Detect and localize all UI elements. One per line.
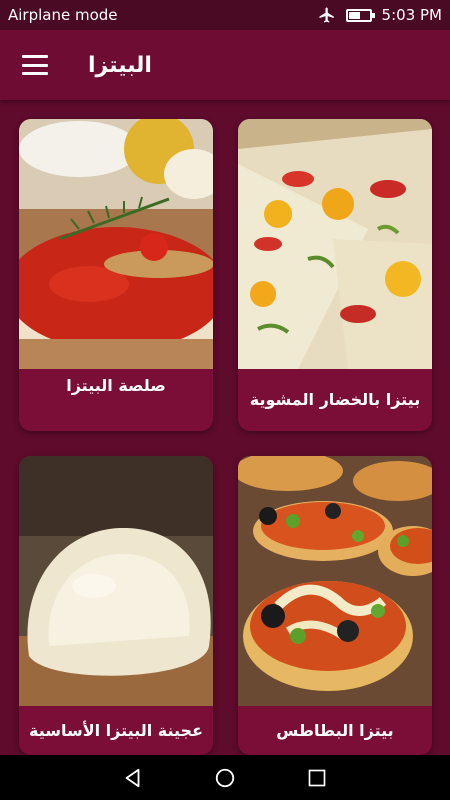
system-nav-bar xyxy=(0,755,450,800)
airplane-icon xyxy=(319,7,334,23)
recipe-title: بيتزا البطاطس xyxy=(276,721,394,740)
status-right: 5:03 PM xyxy=(318,6,442,24)
recipe-card-basic-pizza-dough[interactable]: عجينة البيتزا الأساسية xyxy=(19,456,213,755)
recipe-image-pizza-sauce xyxy=(19,119,213,369)
recipe-title: عجينة البيتزا الأساسية xyxy=(29,721,203,740)
battery-icon xyxy=(345,8,375,22)
recipe-card-pizza-sauce[interactable]: صلصة البيتزا xyxy=(19,119,213,431)
recipe-image-basic-pizza-dough xyxy=(19,456,213,706)
recipe-card-potato-pizza[interactable]: بيتزا البطاطس xyxy=(238,456,432,755)
home-icon[interactable] xyxy=(213,766,237,790)
status-time: 5:03 PM xyxy=(381,6,442,24)
status-bar: Airplane mode 5:03 PM xyxy=(0,0,450,30)
status-airplane-text: Airplane mode xyxy=(8,6,118,24)
recipe-image-grilled-veg-pizza xyxy=(238,119,432,369)
back-icon[interactable] xyxy=(121,766,145,790)
recipe-card-grilled-veg-pizza[interactable]: بيتزا بالخضار المشوية xyxy=(238,119,432,431)
recents-icon[interactable] xyxy=(305,766,329,790)
recipe-title: صلصة البيتزا xyxy=(66,376,166,395)
app-bar: البيتزا xyxy=(0,30,450,100)
page-title: البيتزا xyxy=(88,52,152,78)
hamburger-menu-icon[interactable] xyxy=(22,55,48,75)
recipe-title: بيتزا بالخضار المشوية xyxy=(249,390,421,409)
recipe-image-potato-pizza xyxy=(238,456,432,706)
recipe-grid: بيتزا بالخضار المشوية صلصة البيتزا بيتزا… xyxy=(0,100,450,755)
